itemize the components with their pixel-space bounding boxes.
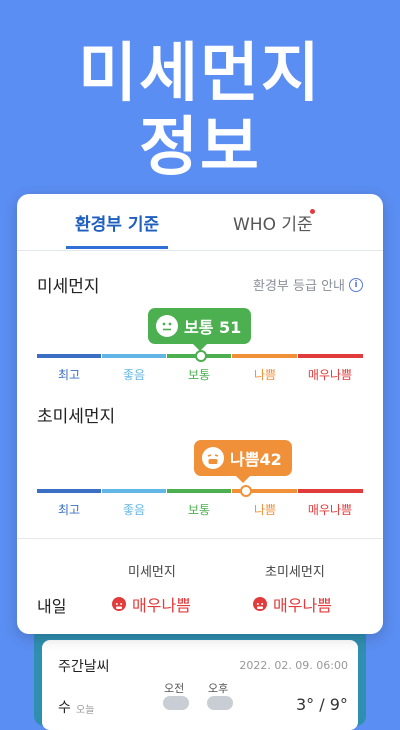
scale-segment-best xyxy=(37,489,101,493)
info-icon: i xyxy=(349,277,363,292)
scale-label-normal: 보통 xyxy=(187,503,211,517)
cloud-icon xyxy=(163,696,189,710)
standard-tabs: 환경부 기준 WHO 기준 xyxy=(17,194,383,251)
new-badge-dot xyxy=(310,209,315,214)
scale-label-best: 최고 xyxy=(57,503,81,517)
tab-who-standard[interactable]: WHO 기준 xyxy=(233,210,313,235)
neutral-face-icon xyxy=(156,315,178,337)
scale-segment-very-bad xyxy=(298,354,363,358)
scale-label-best: 최고 xyxy=(57,368,81,382)
tomorrow-fine-dust-value: 매우나쁨 xyxy=(112,592,191,616)
scale-label-normal: 보통 xyxy=(187,368,211,382)
weekly-weather-card[interactable] xyxy=(42,640,358,730)
ultra-fine-dust-marker xyxy=(240,485,252,497)
grade-guide-link[interactable]: 환경부 등급 안내 i xyxy=(253,275,363,294)
scale-segment-good xyxy=(102,354,166,358)
scale-segment-normal xyxy=(167,489,231,493)
scale-label-bad: 나쁨 xyxy=(253,368,277,382)
tomorrow-fine-dust-header: 미세먼지 xyxy=(128,565,176,580)
ultra-fine-dust-title: 초미세먼지 xyxy=(37,407,116,427)
angry-face-icon xyxy=(253,597,267,611)
ultra-fine-dust-level-bubble: 나쁨42 xyxy=(194,440,292,483)
ultra-fine-dust-level-text: 나쁨42 xyxy=(230,450,282,469)
fine-dust-title: 미세먼지 xyxy=(37,277,100,297)
tomorrow-ultra-fine-dust-text: 매우나쁨 xyxy=(273,596,332,615)
dust-info-card: 환경부 기준 WHO 기준 미세먼지 환경부 등급 안내 i 보통 51 최고 … xyxy=(17,194,383,634)
tomorrow-ultra-fine-dust-header: 초미세먼지 xyxy=(265,565,325,580)
tomorrow-label: 내일 xyxy=(37,597,67,616)
scale-segment-bad xyxy=(232,354,297,358)
fine-dust-level-bubble: 보통 51 xyxy=(148,308,252,351)
weekly-weather-title: 주간날씨 xyxy=(58,659,110,675)
temperature-range: 3° / 9° xyxy=(296,695,348,714)
scale-label-good: 좋음 xyxy=(122,368,146,382)
grimace-face-icon xyxy=(202,447,224,469)
headline-line-2: 정보 xyxy=(139,111,261,185)
weekly-weather-date: 2022. 02. 09. 06:00 xyxy=(239,659,348,672)
scale-label-bad: 나쁨 xyxy=(253,503,277,517)
angry-face-icon xyxy=(112,597,126,611)
scale-segment-very-bad xyxy=(298,489,363,493)
tab-ministry-standard[interactable]: 환경부 기준 xyxy=(75,210,159,235)
am-label: 오전 xyxy=(164,682,185,695)
scale-segment-good xyxy=(102,489,166,493)
tomorrow-fine-dust-text: 매우나쁨 xyxy=(132,596,191,615)
scale-segment-best xyxy=(37,354,101,358)
pm-label: 오후 xyxy=(208,682,229,695)
fine-dust-level-text: 보통 51 xyxy=(184,318,242,337)
today-label: 오늘 xyxy=(76,705,95,716)
scale-label-good: 좋음 xyxy=(122,503,146,517)
grade-guide-label: 환경부 등급 안내 xyxy=(253,279,345,294)
fine-dust-marker xyxy=(195,350,207,362)
tomorrow-ultra-fine-dust-value: 매우나쁨 xyxy=(253,592,332,616)
ultra-fine-dust-scale: 최고 좋음 보통 나쁨 매우나쁨 xyxy=(37,485,363,519)
scale-label-very-bad: 매우나쁨 xyxy=(307,503,353,517)
cloud-icon xyxy=(207,696,233,710)
active-tab-indicator xyxy=(66,246,168,249)
section-divider xyxy=(17,538,383,539)
weekday-label: 수 xyxy=(58,700,71,716)
fine-dust-scale: 최고 좋음 보통 나쁨 매우나쁨 xyxy=(37,350,363,384)
scale-label-very-bad: 매우나쁨 xyxy=(307,368,353,382)
